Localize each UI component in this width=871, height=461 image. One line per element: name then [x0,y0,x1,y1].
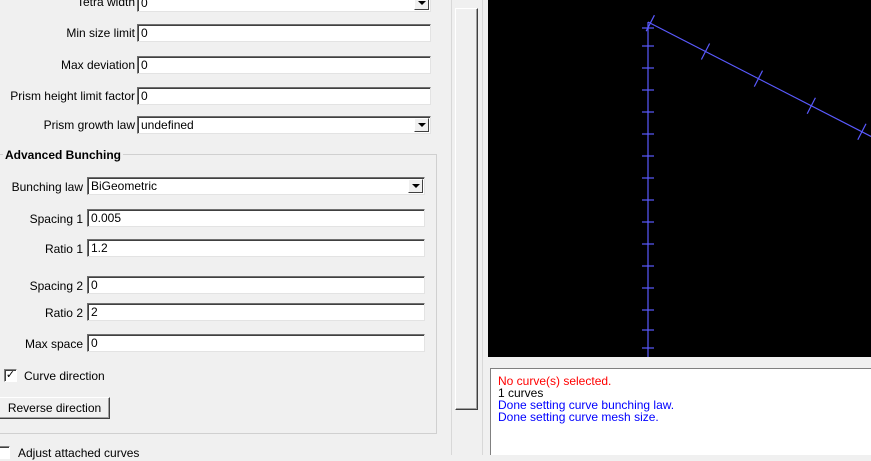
graphics-viewport[interactable] [488,0,871,357]
bunching-law-label: Bunching law [11,180,83,194]
curve-drawing [642,14,871,357]
ratio1-label: Ratio 1 [44,242,83,256]
min-size-limit-label: Min size limit [66,26,135,40]
tetra-width-value: 0 [141,0,148,10]
max-space-label: Max space [24,337,83,351]
bunching-law-select[interactable]: BiGeometric [87,177,425,195]
spacing2-input[interactable]: 0 [87,276,425,294]
advanced-bunching-group [0,154,437,434]
prism-height-limit-factor-label: Prism height limit factor [10,89,135,103]
curve-tick [700,43,711,60]
spacing2-label: Spacing 2 [29,279,83,293]
curve-tick [857,123,867,141]
curve-direction-checkbox[interactable]: ✓ Curve direction [4,368,134,384]
prism-growth-law-label: Prism growth law [43,118,135,132]
curve-tick [806,97,816,115]
curve-direction-label: Curve direction [24,369,105,383]
spacing1-input[interactable]: 0.005 [87,209,425,227]
min-size-limit-input[interactable]: 0 [137,24,431,42]
tetra-width-select[interactable]: 0 [137,0,431,12]
chevron-down-icon[interactable] [414,118,429,132]
ratio2-label: Ratio 2 [44,306,83,320]
max-space-input[interactable]: 0 [87,334,425,352]
diagonal-curve [647,21,871,138]
tetra-width-label: Tetra width [76,0,135,9]
prism-growth-law-value: undefined [141,118,194,132]
parameter-panel: Tetra width 0 Min size limit 0 Max devia… [0,0,450,460]
ratio2-input[interactable]: 2 [87,303,425,321]
adjust-attached-curves-label: Adjust attached curves [18,446,140,460]
panel-scrollbar-thumb[interactable] [455,8,478,410]
log-line: Done setting curve mesh size. [498,410,659,424]
log-line: No curve(s) selected. [498,374,612,388]
checkbox-box-icon[interactable] [0,446,10,459]
reverse-direction-button[interactable]: Reverse direction [0,397,110,419]
spacing1-label: Spacing 1 [29,212,83,226]
chevron-down-icon[interactable] [414,0,429,10]
adjust-attached-curves-checkbox[interactable]: Adjust attached curves [0,445,177,461]
message-log[interactable]: No curve(s) selected. 1 curves Done sett… [490,368,871,455]
panel-scrollbar-track[interactable] [451,0,483,455]
max-deviation-input[interactable]: 0 [137,56,431,74]
advanced-bunching-title: Advanced Bunching [3,148,124,162]
chevron-down-icon[interactable] [408,179,423,193]
prism-height-limit-factor-input[interactable]: 0 [137,87,431,105]
curve-tick [753,70,764,87]
checkmark-icon[interactable]: ✓ [4,369,17,382]
ratio1-input[interactable]: 1.2 [87,239,425,257]
prism-growth-law-select[interactable]: undefined [137,116,431,134]
max-deviation-label: Max deviation [60,58,135,72]
bunching-law-value: BiGeometric [91,179,158,193]
